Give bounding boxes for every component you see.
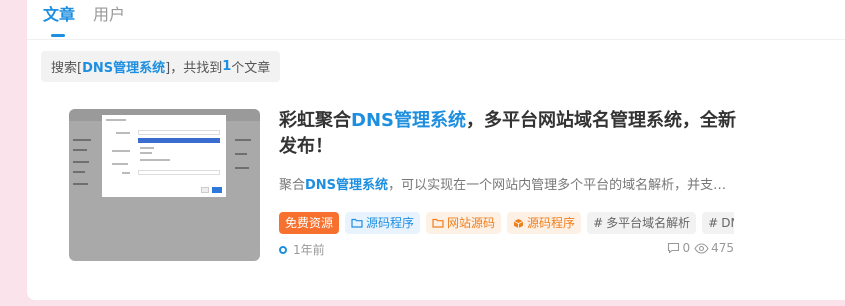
article-excerpt: 聚合DNS管理系统，可以实现在一个网站内管理多个平台的域名解析，并支持多用户 <box>279 176 733 196</box>
comment-count-value: 0 <box>682 241 691 255</box>
summary-middle: ]，共找到 <box>165 61 223 76</box>
excerpt-text-before: 聚合 <box>279 178 306 193</box>
box-icon <box>513 218 524 228</box>
time-dot-icon <box>279 245 287 254</box>
tab-articles[interactable]: 文章 <box>43 4 75 40</box>
tag-label: DNS管理系统 <box>721 216 734 230</box>
tag-website-source[interactable]: 网站源码 <box>426 212 502 234</box>
search-summary: 搜索[ DNS管理系统 ]，共找到 1 个文章 <box>41 51 281 82</box>
title-keyword: DNS管理系统 <box>351 110 466 131</box>
hash-icon: # <box>593 216 604 230</box>
tag-label: 免费资源 <box>285 216 334 230</box>
comment-count: 0 <box>667 241 690 255</box>
comment-icon <box>668 242 680 254</box>
summary-prefix: 搜索[ <box>51 61 83 76</box>
view-count-value: 475 <box>711 241 734 255</box>
article-title[interactable]: 彩虹聚合DNS管理系统，多平台网站域名管理系统，全新发布！ <box>279 108 739 160</box>
tag-multi-platform[interactable]: # 多平台域名解析 <box>587 212 697 234</box>
result-count: 1 <box>222 59 232 74</box>
tag-label: 源码程序 <box>366 216 415 230</box>
article-meta: 1年前 0 475 <box>279 241 734 259</box>
article-thumbnail[interactable] <box>69 109 260 261</box>
excerpt-keyword: DNS管理系统 <box>305 178 389 193</box>
tag-source-program[interactable]: 源码程序 <box>345 212 421 234</box>
post-time-label: 1年前 <box>293 243 325 257</box>
tab-users-label: 用户 <box>93 5 126 24</box>
search-keyword: DNS管理系统 <box>82 61 166 76</box>
tag-label: 网站源码 <box>447 216 496 230</box>
view-count: 475 <box>694 241 734 255</box>
tag-label: 源码程序 <box>527 216 576 230</box>
summary-suffix: 个文章 <box>231 61 271 76</box>
title-text-before: 彩虹聚合 <box>279 110 351 131</box>
tab-users[interactable]: 用户 <box>93 4 125 40</box>
excerpt-text-after: ，可以实现在一个网站内管理多个平台的域名解析，并支持多用户 <box>388 178 733 193</box>
tag-source-program-2[interactable]: 源码程序 <box>507 212 582 234</box>
tab-articles-label: 文章 <box>43 5 76 24</box>
article-tags: 免费资源 源码程序 网站源码 源码程序 # 多平台域名解析 # DNS管理系统 <box>279 212 734 234</box>
tag-label: 多平台域名解析 <box>606 216 691 230</box>
eye-icon <box>694 242 709 254</box>
folder-icon <box>351 218 363 228</box>
folder-icon <box>432 218 444 228</box>
active-tab-indicator <box>51 34 65 37</box>
tag-free-resource[interactable]: 免费资源 <box>279 212 340 234</box>
hash-icon: # <box>708 216 719 230</box>
result-tabs: 文章 用户 <box>43 4 125 40</box>
article-stats: 0 475 <box>667 241 734 255</box>
post-time: 1年前 <box>279 241 325 258</box>
tag-dns-system[interactable]: # DNS管理系统 <box>702 212 734 234</box>
tabs-divider <box>27 39 845 40</box>
search-results-panel: 文章 用户 搜索[ DNS管理系统 ]，共找到 1 个文章 彩虹聚合DNS管理系… <box>27 0 845 300</box>
